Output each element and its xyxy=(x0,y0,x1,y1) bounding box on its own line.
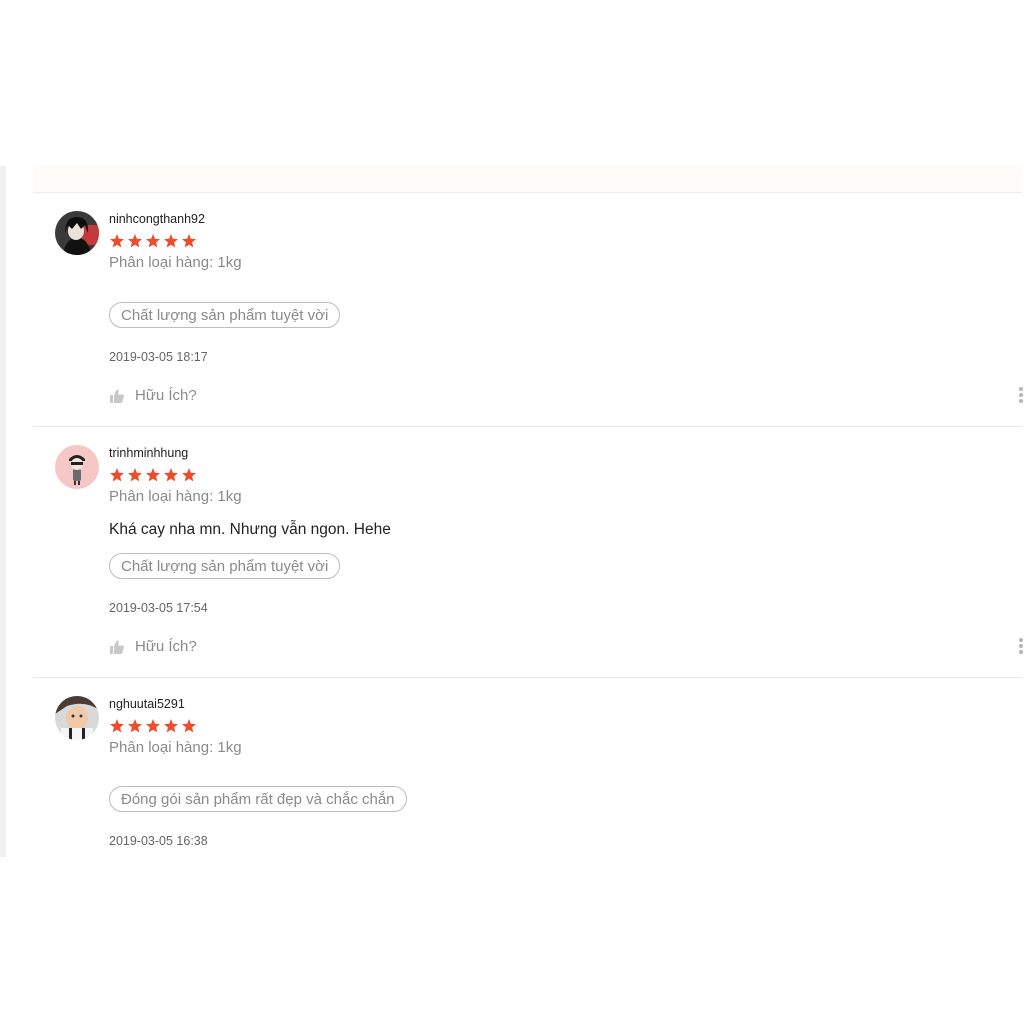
star-icon xyxy=(164,234,178,248)
star-icon xyxy=(110,234,124,248)
product-variation: Phân loại hàng: 1kg xyxy=(109,254,242,271)
rating-stars xyxy=(109,233,197,249)
review-tag: Đóng gói sản phẩm rất đẹp và chắc chắn xyxy=(109,786,407,812)
review-item: nghuutai5291 Phân loại hàng: 1kg Đóng gó… xyxy=(33,678,1022,858)
review-item: ninhcongthanh92 Phân loại hàng: 1kg Chất… xyxy=(33,193,1024,427)
star-icon xyxy=(146,468,160,482)
left-rail xyxy=(0,166,6,857)
star-icon xyxy=(182,468,196,482)
reviewer-username[interactable]: nghuutai5291 xyxy=(109,697,185,711)
star-icon xyxy=(110,468,124,482)
helpful-button[interactable]: Hữu Ích? xyxy=(109,387,197,404)
star-icon xyxy=(164,719,178,733)
star-icon xyxy=(146,234,160,248)
helpful-label: Hữu Ích? xyxy=(135,638,197,655)
helpful-button[interactable]: Hữu Ích? xyxy=(109,638,197,655)
rating-stars xyxy=(109,718,197,734)
avatar-cartoon-icon[interactable] xyxy=(55,445,99,489)
thumbs-up-icon xyxy=(110,389,124,403)
review-comment: Khá cay nha mn. Nhưng vẫn ngon. Hehe xyxy=(109,521,391,538)
product-variation: Phân loại hàng: 1kg xyxy=(109,488,242,505)
avatar-baby-icon[interactable] xyxy=(55,696,99,740)
avatar-anime-icon[interactable] xyxy=(55,211,99,255)
review-timestamp: 2019-03-05 16:38 xyxy=(109,834,208,848)
review-tag: Chất lượng sản phẩm tuyệt vời xyxy=(109,302,341,328)
reviewer-username[interactable]: trinhminhhung xyxy=(109,446,188,460)
star-icon xyxy=(128,234,142,248)
more-options-icon[interactable] xyxy=(1018,637,1024,655)
star-icon xyxy=(128,468,142,482)
star-icon xyxy=(164,468,178,482)
thumbs-up-icon xyxy=(110,640,124,654)
rating-stars xyxy=(109,467,197,483)
review-item: trinhminhhung Phân loại hàng: 1kg Khá ca… xyxy=(33,427,1024,678)
star-icon xyxy=(128,719,142,733)
review-tag: Chất lượng sản phẩm tuyệt vời xyxy=(109,553,341,579)
star-icon xyxy=(182,234,196,248)
more-options-icon[interactable] xyxy=(1018,386,1024,404)
reviewer-username[interactable]: ninhcongthanh92 xyxy=(109,212,205,226)
star-icon xyxy=(182,719,196,733)
review-timestamp: 2019-03-05 18:17 xyxy=(109,350,208,364)
review-timestamp: 2019-03-05 17:54 xyxy=(109,601,208,615)
product-variation: Phân loại hàng: 1kg xyxy=(109,739,242,756)
helpful-label: Hữu Ích? xyxy=(135,387,197,404)
review-filter-banner xyxy=(33,166,1022,193)
star-icon xyxy=(110,719,124,733)
star-icon xyxy=(146,719,160,733)
